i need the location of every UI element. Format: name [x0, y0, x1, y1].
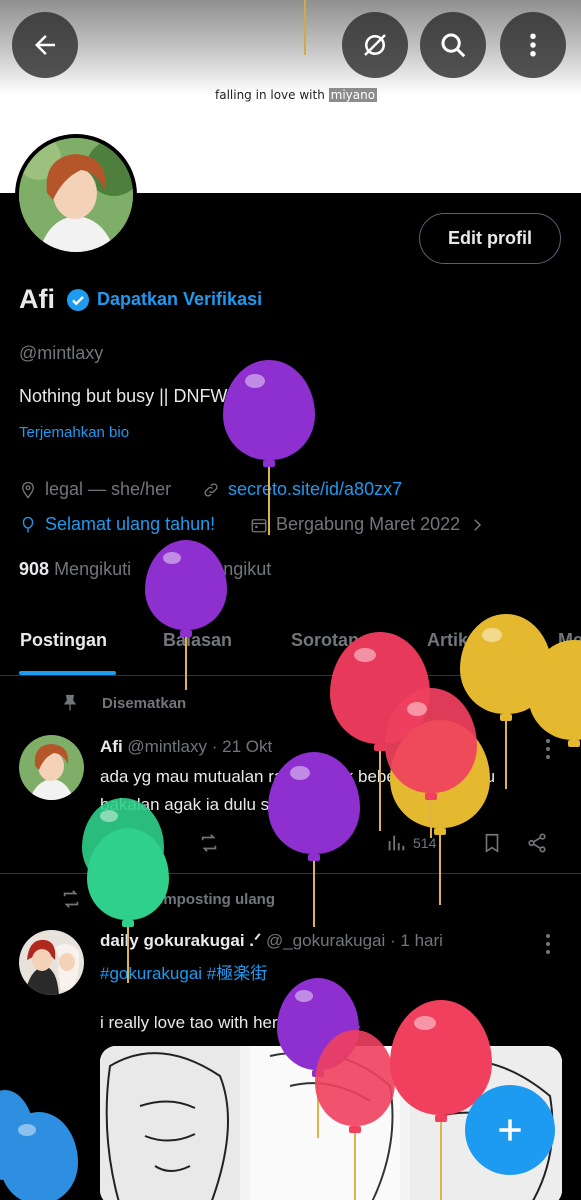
chevron-right-icon[interactable] [468, 516, 486, 534]
tab-posts[interactable]: Postingan [20, 630, 107, 651]
avatar-illustration [19, 930, 84, 995]
location-icon [22, 481, 34, 499]
banner-caption: falling in love with miyano [215, 88, 378, 102]
location-meta: legal — she/her [19, 479, 171, 500]
avatar-illustration [19, 138, 133, 252]
banner-caption-text: falling in love with [215, 88, 329, 102]
active-tab-indicator [19, 671, 116, 675]
search-icon [441, 33, 466, 58]
balloon-decoration [223, 360, 315, 535]
repost-icon [201, 834, 217, 852]
balloon-decoration [528, 640, 581, 840]
post-author[interactable]: Afi [100, 737, 123, 756]
banner-caption-highlight: miyano [328, 88, 378, 102]
search-button[interactable] [420, 12, 486, 78]
balloon-decoration [145, 540, 227, 690]
location-text: legal — she/her [45, 479, 172, 499]
more-vertical-icon [530, 33, 536, 57]
more-button[interactable] [500, 12, 566, 78]
repost-icon [63, 890, 79, 908]
banner-gradient [0, 0, 581, 95]
balloon-decoration [315, 1030, 395, 1200]
post-handle[interactable]: @mintlaxy [127, 737, 207, 756]
repost-avatar[interactable] [19, 930, 84, 995]
pinned-label: Disematkan [102, 694, 187, 712]
profile-avatar[interactable] [15, 134, 137, 256]
following-label[interactable]: Mengikuti [54, 559, 131, 579]
avatar-illustration [19, 735, 84, 800]
balloon-icon [22, 516, 34, 532]
link-icon [204, 482, 218, 497]
balloon-decoration [268, 752, 360, 927]
verified-badge-icon [67, 289, 89, 311]
get-verified-link[interactable]: Dapatkan Verifikasi [97, 289, 262, 310]
profile-name: Afi [19, 284, 55, 314]
repost-handle[interactable]: @_gokurakugai [266, 931, 385, 950]
repost-time: · 1 hari [390, 931, 443, 950]
repost-more-icon[interactable] [545, 933, 551, 955]
balloon-decoration [87, 828, 169, 983]
birthday-text[interactable]: Selamat ulang tahun! [45, 514, 215, 535]
post-avatar[interactable] [19, 735, 84, 800]
compose-button[interactable] [465, 1085, 555, 1175]
birthday-meta[interactable]: Selamat ulang tahun! [19, 514, 215, 535]
balloon-decoration [385, 688, 477, 838]
translate-bio-link[interactable]: Terjemahkan bio [19, 424, 129, 441]
eye-off-icon [364, 34, 386, 56]
plus-icon [499, 1119, 521, 1141]
pinned-indicator: Disematkan [60, 693, 186, 713]
post-time: · 21 Okt [211, 737, 273, 756]
profile-handle: @mintlaxy [19, 343, 104, 363]
back-button[interactable] [12, 12, 78, 78]
profile-bio: Nothing but busy || DNFWC [19, 386, 241, 406]
arrow-back-icon [35, 35, 55, 55]
following-count[interactable]: 908 [19, 559, 49, 579]
repost-button[interactable] [198, 832, 220, 854]
balloon-decoration [0, 1112, 80, 1200]
balloon-string [304, 0, 306, 55]
pin-icon [63, 694, 77, 711]
hide-button[interactable] [342, 12, 408, 78]
edit-profile-button[interactable]: Edit profil [419, 213, 561, 264]
post-header: Afi @mintlaxy · 21 Okt [100, 737, 272, 757]
